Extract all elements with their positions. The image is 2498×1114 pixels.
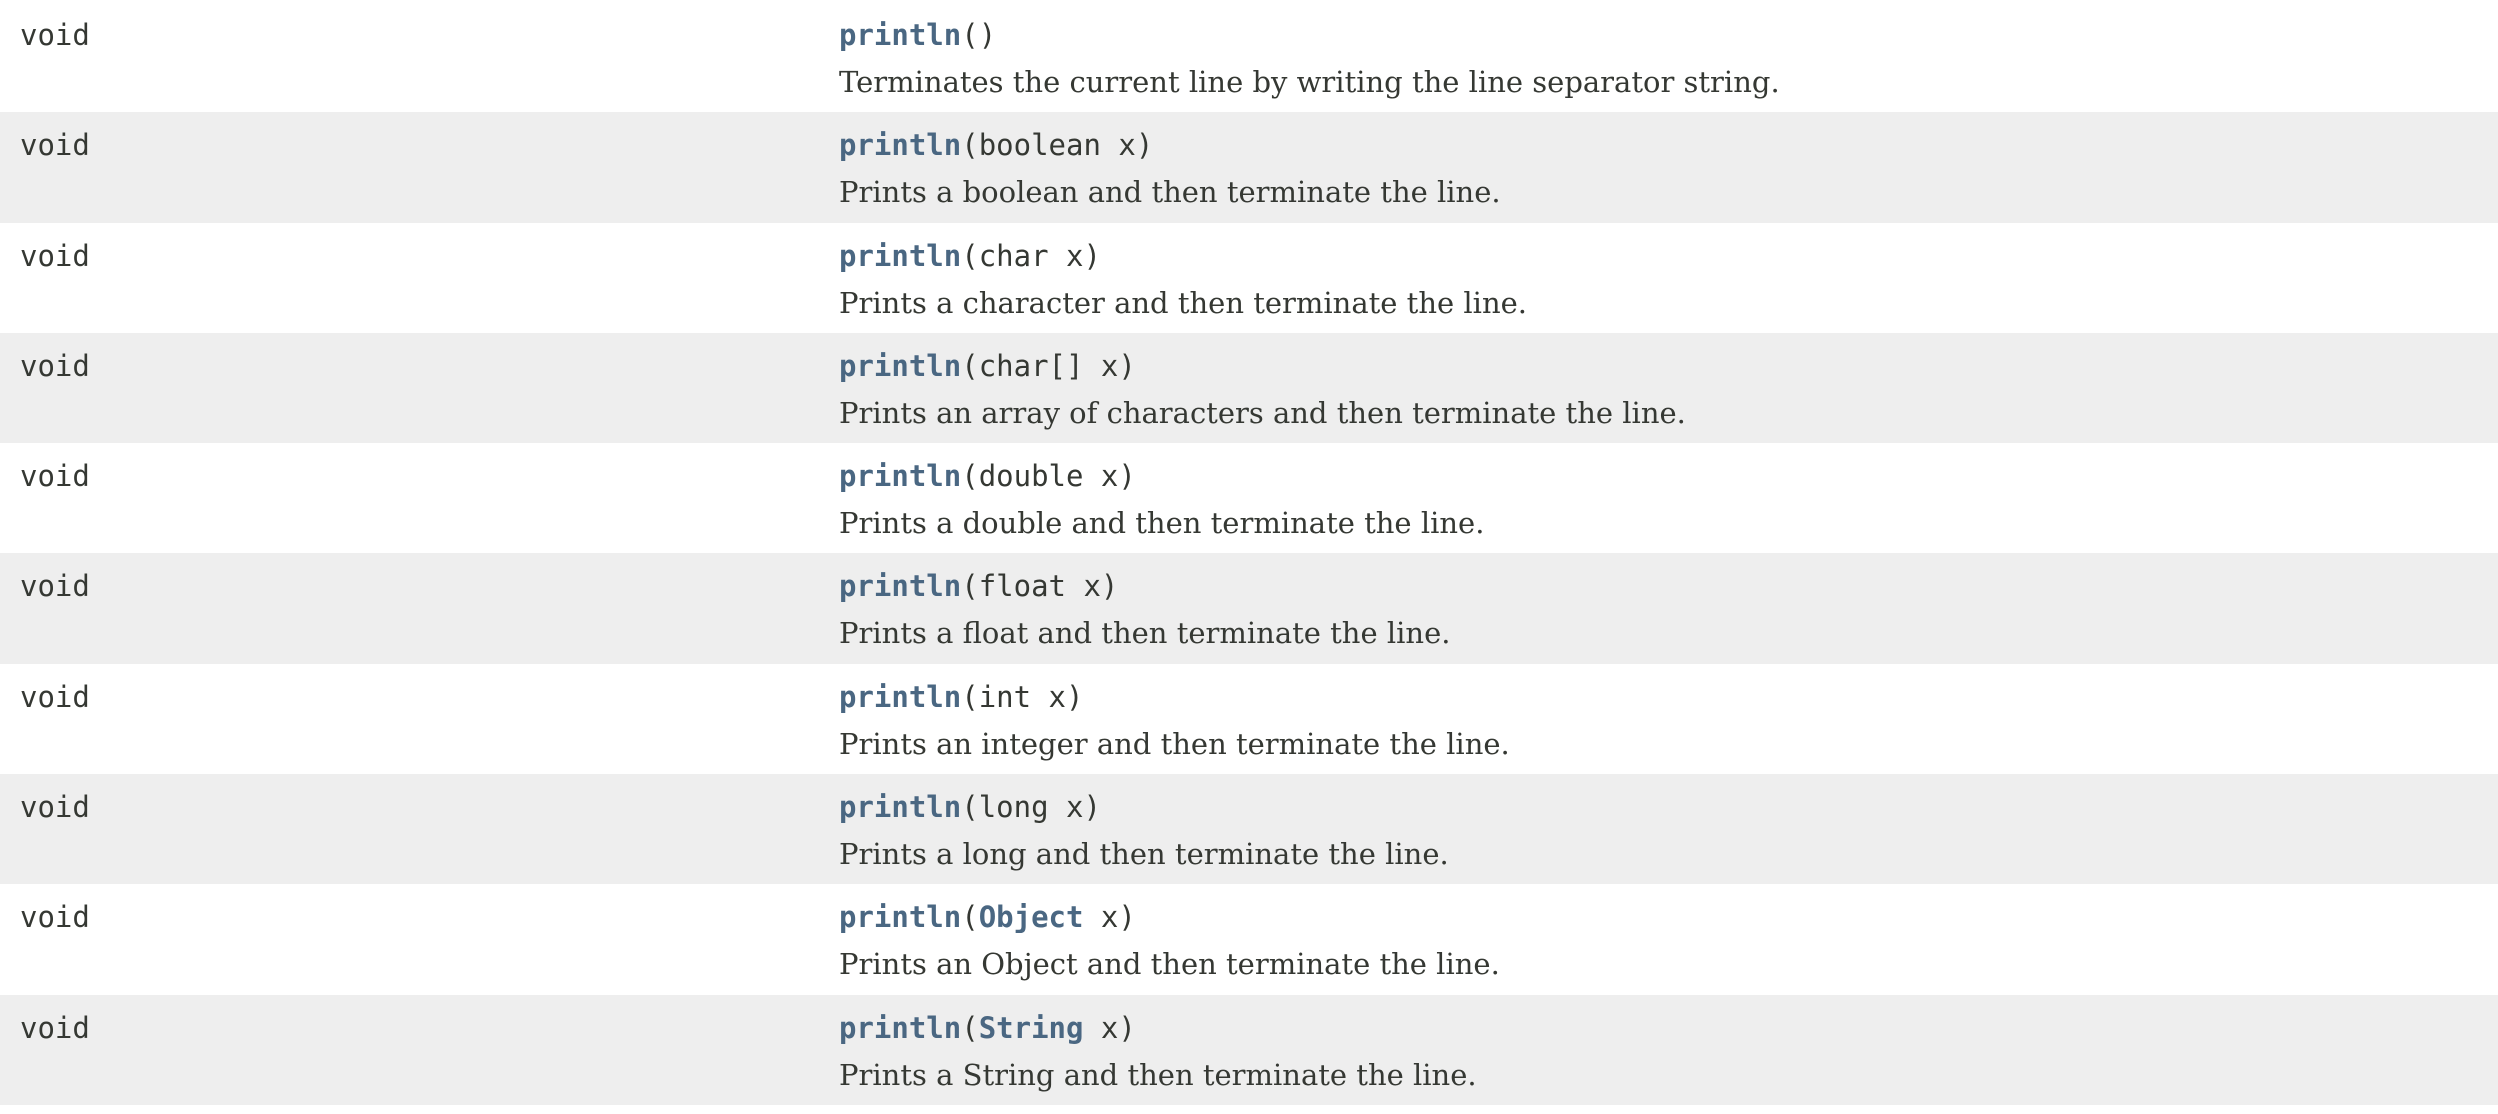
- method-signature: println(Object x): [839, 899, 1136, 935]
- table-row: void println() Terminates the current li…: [0, 2, 2498, 113]
- method-link[interactable]: println: [839, 569, 961, 603]
- method-signature: println(int x): [839, 679, 1083, 715]
- method-link[interactable]: println: [839, 18, 961, 52]
- param-text: int x: [978, 679, 1066, 714]
- paren-open: (: [961, 679, 979, 714]
- table-row: void println(long x) Prints a long and t…: [0, 774, 2498, 885]
- method-signature: println(long x): [839, 789, 1101, 825]
- paren-open: (: [961, 459, 979, 494]
- param-rest: ): [1083, 790, 1101, 825]
- method-signature: println(char x): [839, 238, 1101, 274]
- param-rest: x): [1083, 900, 1136, 935]
- return-type: void: [20, 128, 90, 163]
- return-type: void: [20, 348, 90, 383]
- method-description: Prints an integer and then terminate the…: [839, 726, 1510, 761]
- method-description: Prints an Object and then terminate the …: [839, 947, 1500, 982]
- return-type: void: [20, 459, 90, 494]
- param-type-link[interactable]: String: [979, 1011, 1084, 1045]
- method-link[interactable]: println: [839, 349, 961, 383]
- return-type: void: [20, 569, 90, 604]
- param-type-link[interactable]: Object: [979, 900, 1084, 934]
- method-signature: println(char[] x): [839, 348, 1136, 384]
- paren-open: (: [961, 128, 979, 163]
- method-description: Prints a long and then terminate the lin…: [839, 837, 1449, 872]
- paren-open: (: [961, 569, 979, 604]
- method-link[interactable]: println: [839, 680, 961, 714]
- param-rest: ): [1066, 679, 1084, 714]
- param-text: char[] x: [978, 348, 1119, 383]
- return-type: void: [20, 18, 90, 52]
- method-signature: println(): [839, 17, 996, 53]
- param-text: double x: [978, 459, 1119, 494]
- param-rest: ): [1135, 128, 1154, 163]
- param-rest: ): [1118, 348, 1136, 383]
- param-rest: ): [1118, 459, 1136, 494]
- return-type: void: [20, 238, 90, 273]
- method-description: Prints a boolean and then terminate the …: [839, 175, 1501, 210]
- method-description: Terminates the current line by writing t…: [839, 65, 1780, 99]
- param-rest: ): [1083, 238, 1101, 273]
- return-type: void: [20, 900, 90, 935]
- method-signature: println(boolean x): [839, 127, 1153, 163]
- method-description: Prints a float and then terminate the li…: [839, 616, 1451, 651]
- method-link[interactable]: println: [839, 790, 961, 824]
- table-row: void println(float x) Prints a float and…: [0, 553, 2498, 664]
- param-text: float x: [978, 569, 1101, 604]
- table-row: void println(int x) Prints an integer an…: [0, 663, 2498, 775]
- method-link[interactable]: println: [839, 239, 961, 273]
- method-link[interactable]: println: [839, 1011, 961, 1045]
- method-description: Prints a character and then terminate th…: [839, 285, 1527, 320]
- paren-open: (: [961, 790, 979, 825]
- method-signature: println(String x): [839, 1010, 1136, 1046]
- return-type: void: [20, 790, 90, 825]
- method-link[interactable]: println: [839, 459, 961, 493]
- param-rest: ): [978, 18, 997, 52]
- table-row: void println(char x) Prints a character …: [0, 222, 2498, 333]
- paren-open: (: [961, 348, 979, 383]
- method-description: Prints a String and then terminate the l…: [839, 1057, 1477, 1092]
- method-description: Prints an array of characters and then t…: [839, 395, 1686, 430]
- table-row: void println(double x) Prints a double a…: [0, 443, 2498, 554]
- paren-open: (: [961, 1010, 979, 1045]
- paren-open: (: [961, 238, 979, 273]
- table-row: void println(boolean x) Prints a boolean…: [0, 112, 2498, 223]
- method-description: Prints a double and then terminate the l…: [839, 506, 1485, 541]
- return-type: void: [20, 679, 90, 714]
- param-text: char x: [978, 238, 1084, 273]
- paren-open: (: [961, 18, 979, 52]
- return-type: void: [20, 1010, 90, 1045]
- table-row: void println(String x) Prints a String a…: [0, 994, 2498, 1105]
- method-link[interactable]: println: [839, 128, 961, 162]
- table-row: void println(char[] x) Prints an array o…: [0, 332, 2498, 444]
- method-signature: println(double x): [839, 458, 1136, 494]
- table-row: void println(Object x) Prints an Object …: [0, 884, 2498, 995]
- method-signature: println(float x): [839, 568, 1118, 604]
- method-summary-table: void println() Terminates the current li…: [0, 2, 2498, 1105]
- param-text: long x: [978, 790, 1084, 825]
- param-rest: x): [1083, 1010, 1136, 1045]
- param-rest: ): [1100, 569, 1119, 604]
- paren-open: (: [961, 900, 979, 935]
- param-text: boolean x: [978, 128, 1136, 163]
- method-link[interactable]: println: [839, 900, 961, 934]
